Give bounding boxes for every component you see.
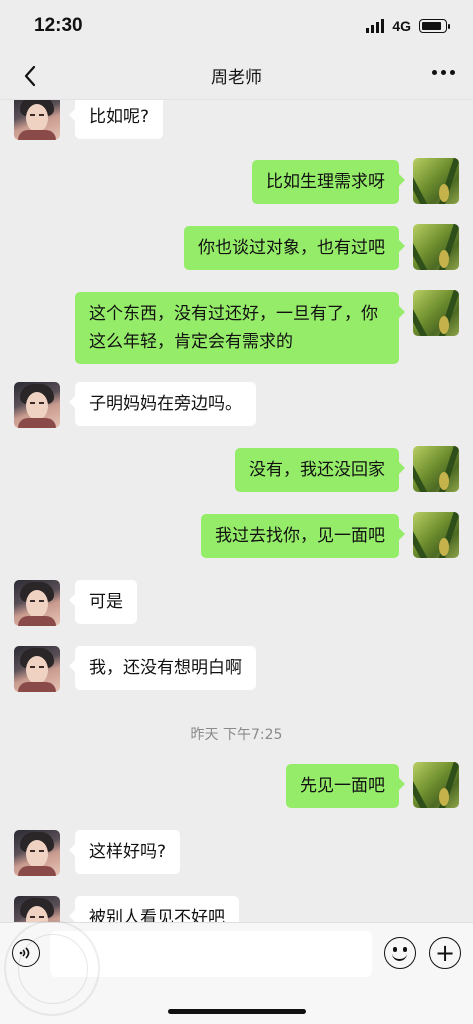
- message-bubble-incoming[interactable]: 我，还没有想明白啊: [69, 646, 256, 690]
- message-bubble-incoming[interactable]: 比如呢?: [68, 100, 164, 139]
- chevron-left-icon: [24, 65, 36, 87]
- user-avatar[interactable]: [413, 158, 459, 204]
- battery-icon: [419, 19, 450, 33]
- emoji-button[interactable]: [384, 937, 416, 969]
- message-bubble-incoming[interactable]: 被别人看见不好吧: [69, 896, 239, 922]
- network-type: 4G: [392, 18, 411, 34]
- contact-avatar[interactable]: [14, 830, 60, 876]
- message-bubble-outgoing[interactable]: 没有，我还没回家: [235, 448, 405, 492]
- more-options-icon[interactable]: [432, 70, 455, 75]
- plus-icon: +: [434, 939, 456, 967]
- message-bubble-outgoing[interactable]: 比如生理需求呀: [252, 160, 405, 204]
- status-indicators: 4G: [366, 18, 450, 34]
- user-avatar[interactable]: [413, 512, 459, 558]
- contact-avatar[interactable]: [14, 580, 60, 626]
- back-button[interactable]: [16, 62, 44, 90]
- status-time: 12:30: [34, 15, 83, 36]
- nav-bar: 周老师: [0, 52, 473, 100]
- user-avatar[interactable]: [413, 224, 459, 270]
- message-bubble-outgoing[interactable]: 这个东西，没有过还好，一旦有了，你这么年轻，肯定会有需求的: [75, 292, 405, 364]
- chat-area[interactable]: 比如呢? 比如生理需求呀 你也谈过对象，也有过吧 这个东西，没有过还好，一旦有了…: [0, 100, 473, 922]
- message-bubble-incoming[interactable]: 这样好吗?: [68, 830, 181, 874]
- more-functions-button[interactable]: +: [429, 937, 461, 969]
- message-bubble-outgoing[interactable]: 你也谈过对象，也有过吧: [184, 226, 405, 270]
- contact-avatar[interactable]: [14, 382, 60, 428]
- message-bubble-incoming[interactable]: 子明妈妈在旁边吗。: [69, 382, 256, 426]
- message-bubble-incoming[interactable]: 可是: [69, 580, 137, 624]
- contact-avatar[interactable]: [14, 100, 60, 140]
- contact-avatar[interactable]: [14, 646, 60, 692]
- status-bar: 12:30 4G: [0, 0, 473, 52]
- signal-icon: [366, 19, 385, 33]
- user-avatar[interactable]: [413, 762, 459, 808]
- message-bubble-outgoing[interactable]: 我过去找你，见一面吧: [201, 514, 405, 558]
- message-timestamp: 昨天 下午7:25: [190, 727, 283, 743]
- message-bubble-outgoing[interactable]: 先见一面吧: [286, 764, 405, 808]
- home-indicator[interactable]: [168, 1009, 306, 1014]
- user-avatar[interactable]: [413, 446, 459, 492]
- watermark-seal: [4, 920, 100, 1016]
- user-avatar[interactable]: [413, 290, 459, 336]
- chat-title: 周老师: [211, 68, 262, 88]
- contact-avatar[interactable]: [14, 896, 60, 922]
